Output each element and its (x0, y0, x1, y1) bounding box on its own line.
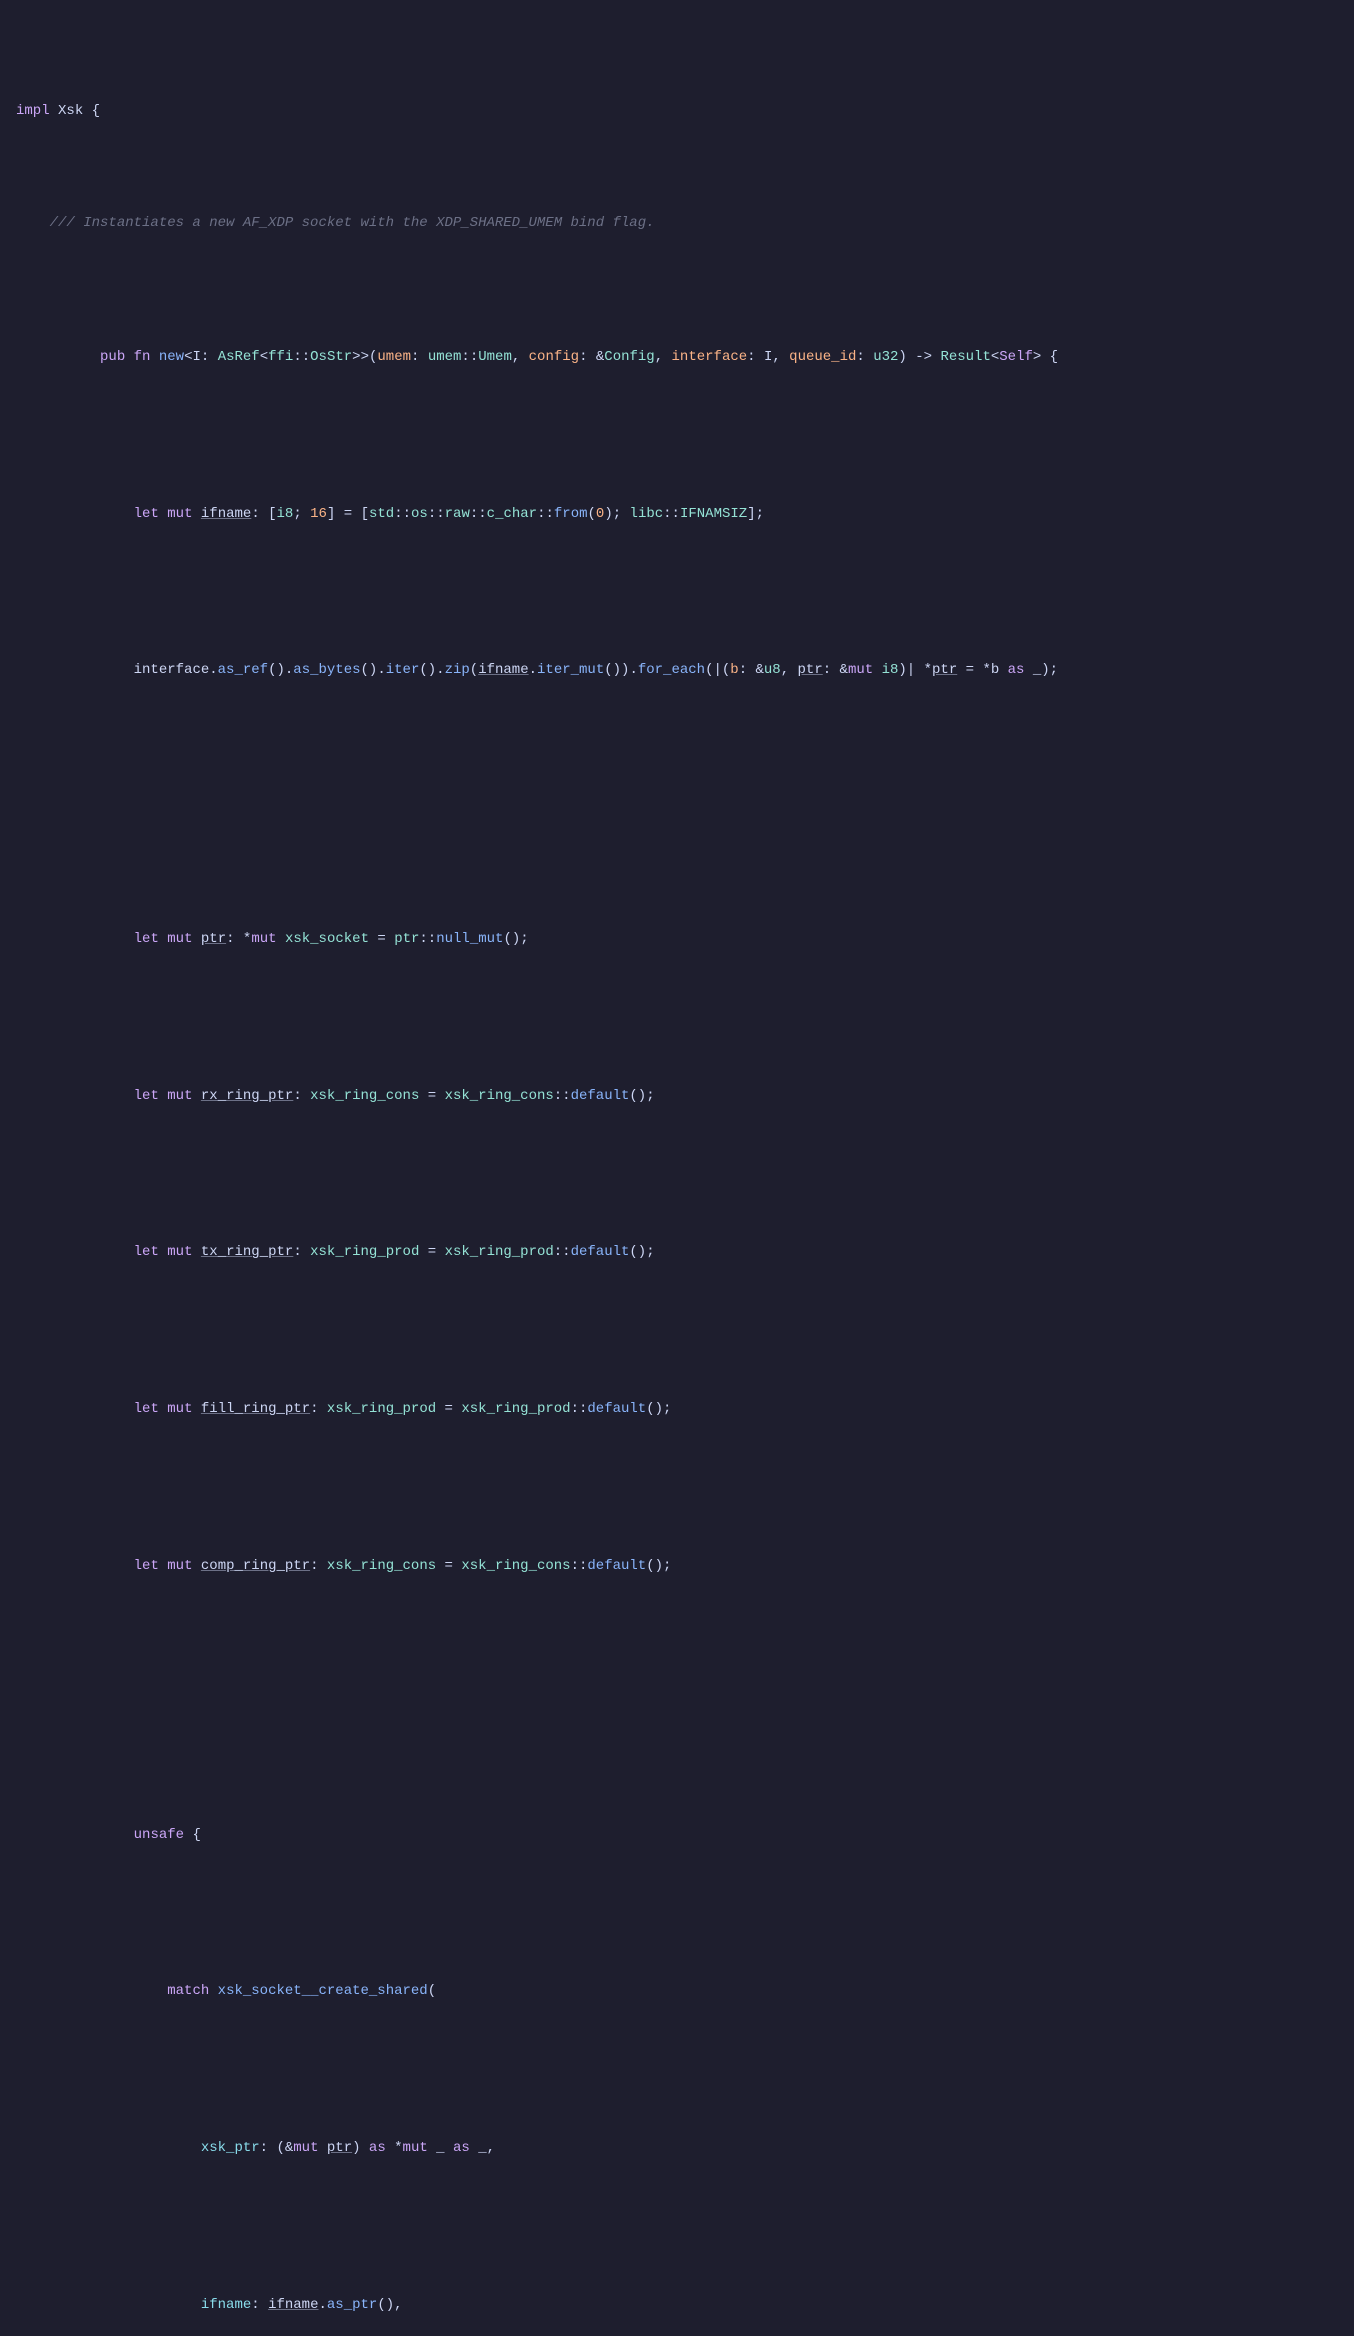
code-line-8: let mut rx_ring_ptr: xsk_ring_cons = xsk… (0, 1062, 1354, 1129)
code-line-5: interface.as_ref().as_bytes().iter().zip… (0, 637, 1354, 704)
code-editor: impl Xsk { /// Instantiates a new AF_XDP… (0, 0, 1354, 2336)
code-line-1: impl Xsk { (0, 100, 1354, 122)
code-line-2: /// Instantiates a new AF_XDP socket wit… (0, 212, 1354, 234)
code-line-14: match xsk_socket__create_shared( (0, 1958, 1354, 2025)
code-line-12 (0, 1689, 1354, 1711)
code-line-4: let mut ifname: [i8; 16] = [std::os::raw… (0, 480, 1354, 547)
code-line-15: xsk_ptr: (&mut ptr) as *mut _ as _, (0, 2115, 1354, 2182)
code-line-13: unsafe { (0, 1801, 1354, 1868)
code-line-16: ifname: ifname.as_ptr(), (0, 2271, 1354, 2336)
code-line-3: pub fn new<I: AsRef<ffi::OsStr>>(umem: u… (0, 323, 1354, 390)
code-line-6 (0, 794, 1354, 816)
code-line-10: let mut fill_ring_ptr: xsk_ring_prod = x… (0, 1376, 1354, 1443)
code-line-9: let mut tx_ring_ptr: xsk_ring_prod = xsk… (0, 1219, 1354, 1286)
code-line-7: let mut ptr: *mut xsk_socket = ptr::null… (0, 906, 1354, 973)
code-line-11: let mut comp_ring_ptr: xsk_ring_cons = x… (0, 1533, 1354, 1600)
